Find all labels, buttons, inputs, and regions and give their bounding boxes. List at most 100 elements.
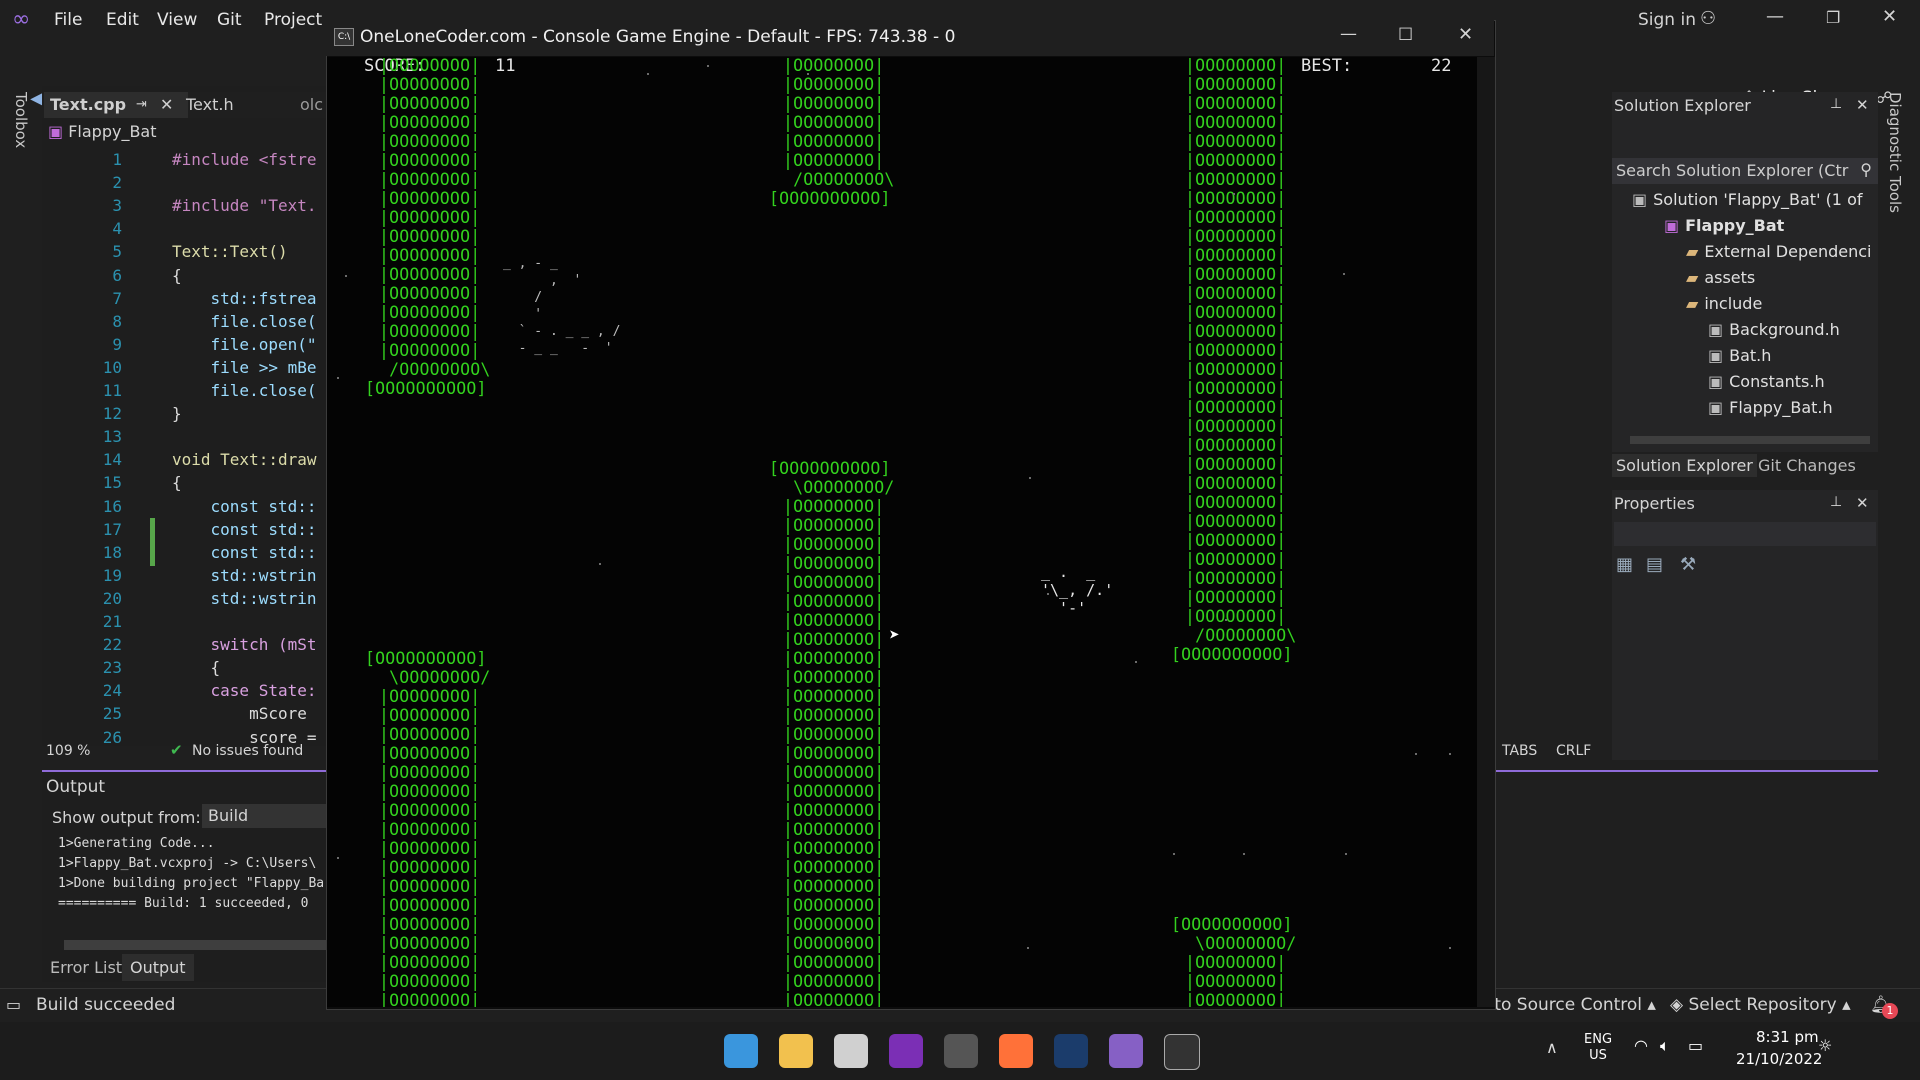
restore-icon[interactable]: ❐ [1826, 8, 1840, 27]
tree-item-label: Flappy_Bat [1685, 216, 1785, 235]
console-scrollbar[interactable] [1477, 57, 1495, 1007]
code-line[interactable]: { [172, 473, 182, 492]
tree-item[interactable]: ▰ include [1676, 294, 1762, 313]
toolbox-tab[interactable]: Toolbox [12, 92, 30, 148]
tab-olc[interactable]: olc [300, 92, 323, 118]
menu-edit[interactable]: Edit [106, 10, 139, 30]
volume-icon[interactable]: 🔈︎ [1660, 1036, 1670, 1056]
menu-file[interactable]: File [54, 10, 82, 30]
output-hscroll[interactable] [64, 940, 326, 950]
line-number: 16 [102, 496, 122, 516]
code-line[interactable]: { [172, 266, 182, 285]
tab-output[interactable]: Output [122, 954, 194, 981]
tree-item[interactable]: ▰ External Dependenci [1676, 242, 1871, 261]
code-line[interactable]: case State: [172, 681, 317, 700]
sign-in-link[interactable]: Sign in [1638, 10, 1696, 30]
panel-pin-icon[interactable]: ⊥ [1830, 96, 1842, 112]
clock-date[interactable]: 21/10/2022 [1736, 1050, 1822, 1068]
property-pages-icon[interactable]: ⚒ [1680, 554, 1696, 575]
line-number: 19 [102, 565, 122, 585]
code-line[interactable]: file >> mBe [172, 358, 317, 377]
menu-project[interactable]: Project [264, 10, 322, 30]
project-dropdown[interactable]: ▣ Flappy_Bat [48, 122, 157, 144]
file-explorer-icon[interactable] [779, 1034, 813, 1068]
solution-search-input[interactable]: Search Solution Explorer (Ctr ⚲ [1612, 158, 1878, 184]
menu-view[interactable]: View [157, 10, 197, 30]
code-line[interactable]: file.close( [172, 312, 317, 331]
obs-icon[interactable] [834, 1034, 868, 1068]
panel-close-icon[interactable]: ✕ [1856, 96, 1869, 114]
tree-item[interactable]: ▣ Flappy_Bat.h [1698, 398, 1833, 417]
tree-item[interactable]: ▣ Background.h [1698, 320, 1840, 339]
console-close-icon[interactable]: ✕ [1458, 24, 1473, 45]
code-line[interactable]: #include "Text. [172, 196, 317, 215]
code-line[interactable]: score = [172, 728, 316, 747]
properties-object-select[interactable] [1614, 522, 1876, 546]
terminal-app-icon[interactable] [944, 1034, 978, 1068]
language-indicator[interactable]: ENG US [1584, 1032, 1612, 1064]
tree-item[interactable]: ▣ Bat.h [1698, 346, 1771, 365]
tree-item[interactable]: ▣ Solution 'Flappy_Bat' (1 of [1632, 190, 1863, 209]
console-title: OneLoneCoder.com - Console Game Engine -… [360, 27, 956, 47]
console-icon[interactable] [1164, 1034, 1200, 1070]
categorized-icon[interactable]: ▦ [1616, 554, 1633, 575]
code-line[interactable]: file.open(" [172, 335, 317, 354]
line-ending[interactable]: CRLF [1556, 743, 1591, 759]
menu-git[interactable]: Git [217, 10, 242, 30]
diagnostic-tools-tab[interactable]: Diagnostic Tools [1886, 92, 1904, 213]
alphabetical-icon[interactable]: ▤ [1646, 554, 1663, 575]
properties-pin-icon[interactable]: ⊥ [1830, 494, 1842, 510]
onenote-icon[interactable] [889, 1034, 923, 1068]
code-line[interactable]: switch (mSt [172, 635, 317, 654]
battery-icon[interactable]: ▭ [1688, 1036, 1703, 1055]
console-maximize-icon[interactable]: ☐ [1398, 25, 1413, 45]
pin-icon[interactable]: ⇥ [136, 92, 147, 118]
output-source-select[interactable]: Build [202, 804, 328, 828]
properties-close-icon[interactable]: ✕ [1856, 494, 1869, 512]
folder-icon: ▰ [1686, 242, 1699, 261]
visual-studio-icon[interactable] [1109, 1034, 1143, 1068]
search-icon[interactable]: ⚲ [1860, 160, 1872, 179]
close-tab-icon[interactable]: ✕ [160, 92, 173, 118]
tab-git-changes[interactable]: Git Changes [1758, 456, 1856, 475]
notification-center-icon[interactable]: ☼ [1818, 1036, 1832, 1055]
code-line[interactable]: const std:: [172, 543, 317, 562]
code-line[interactable]: Text::Text() [172, 242, 288, 261]
code-line[interactable]: #include <fstre [172, 150, 317, 169]
game-canvas[interactable]: SCORE: 11 BEST: 22 _ . _ '\_, /.' '-' _ … [327, 57, 1477, 1007]
tab-text-h[interactable]: Text.h [186, 92, 234, 118]
code-line[interactable]: const std:: [172, 497, 317, 516]
console-window[interactable]: SCORE: 11 BEST: 22 _ . _ '\_, /.' '-' _ … [326, 20, 1496, 1010]
user-account-icon[interactable]: ⚇ [1700, 8, 1716, 29]
code-line[interactable]: mScore [172, 704, 307, 723]
clock-time[interactable]: 8:31 pm [1756, 1028, 1819, 1046]
code-line[interactable]: std::wstrin [172, 589, 317, 608]
steam-icon[interactable] [1054, 1034, 1088, 1068]
console-minimize-icon[interactable]: — [1340, 24, 1357, 44]
tree-hscroll[interactable] [1630, 436, 1870, 444]
tree-item[interactable]: ▰ assets [1676, 268, 1755, 287]
start-icon[interactable] [724, 1034, 758, 1068]
code-line[interactable]: std::wstrin [172, 566, 317, 585]
tab-text-cpp[interactable]: Text.cpp ⇥ ✕ [44, 92, 188, 118]
code-line[interactable]: void Text::draw [172, 450, 317, 469]
tree-item[interactable]: ▣ Constants.h [1698, 372, 1825, 391]
show-hidden-icons[interactable]: ∧ [1546, 1038, 1558, 1057]
wifi-icon[interactable]: ◠ [1634, 1036, 1648, 1055]
visual-studio-logo-icon[interactable]: ∞ [12, 8, 36, 32]
code-line[interactable]: std::fstrea [172, 289, 317, 308]
tab-solution-explorer[interactable]: Solution Explorer [1612, 454, 1757, 477]
code-line[interactable]: file.close( [172, 381, 317, 400]
tabs-mode[interactable]: TABS [1502, 743, 1537, 759]
firefox-icon[interactable] [999, 1034, 1033, 1068]
minimize-icon[interactable]: — [1766, 6, 1784, 27]
code-line[interactable]: { [172, 658, 221, 677]
code-line[interactable]: const std:: [172, 520, 317, 539]
code-line[interactable]: } [172, 404, 182, 423]
tree-item-label: Constants.h [1729, 372, 1825, 391]
close-icon[interactable]: ✕ [1882, 6, 1897, 27]
tab-error-list[interactable]: Error List [50, 958, 122, 977]
zoom-level[interactable]: 109 % [46, 743, 90, 759]
select-repository-button[interactable]: ◈ Select Repository ▴ [1670, 995, 1851, 1015]
tree-item[interactable]: ▣ Flappy_Bat [1654, 216, 1784, 235]
